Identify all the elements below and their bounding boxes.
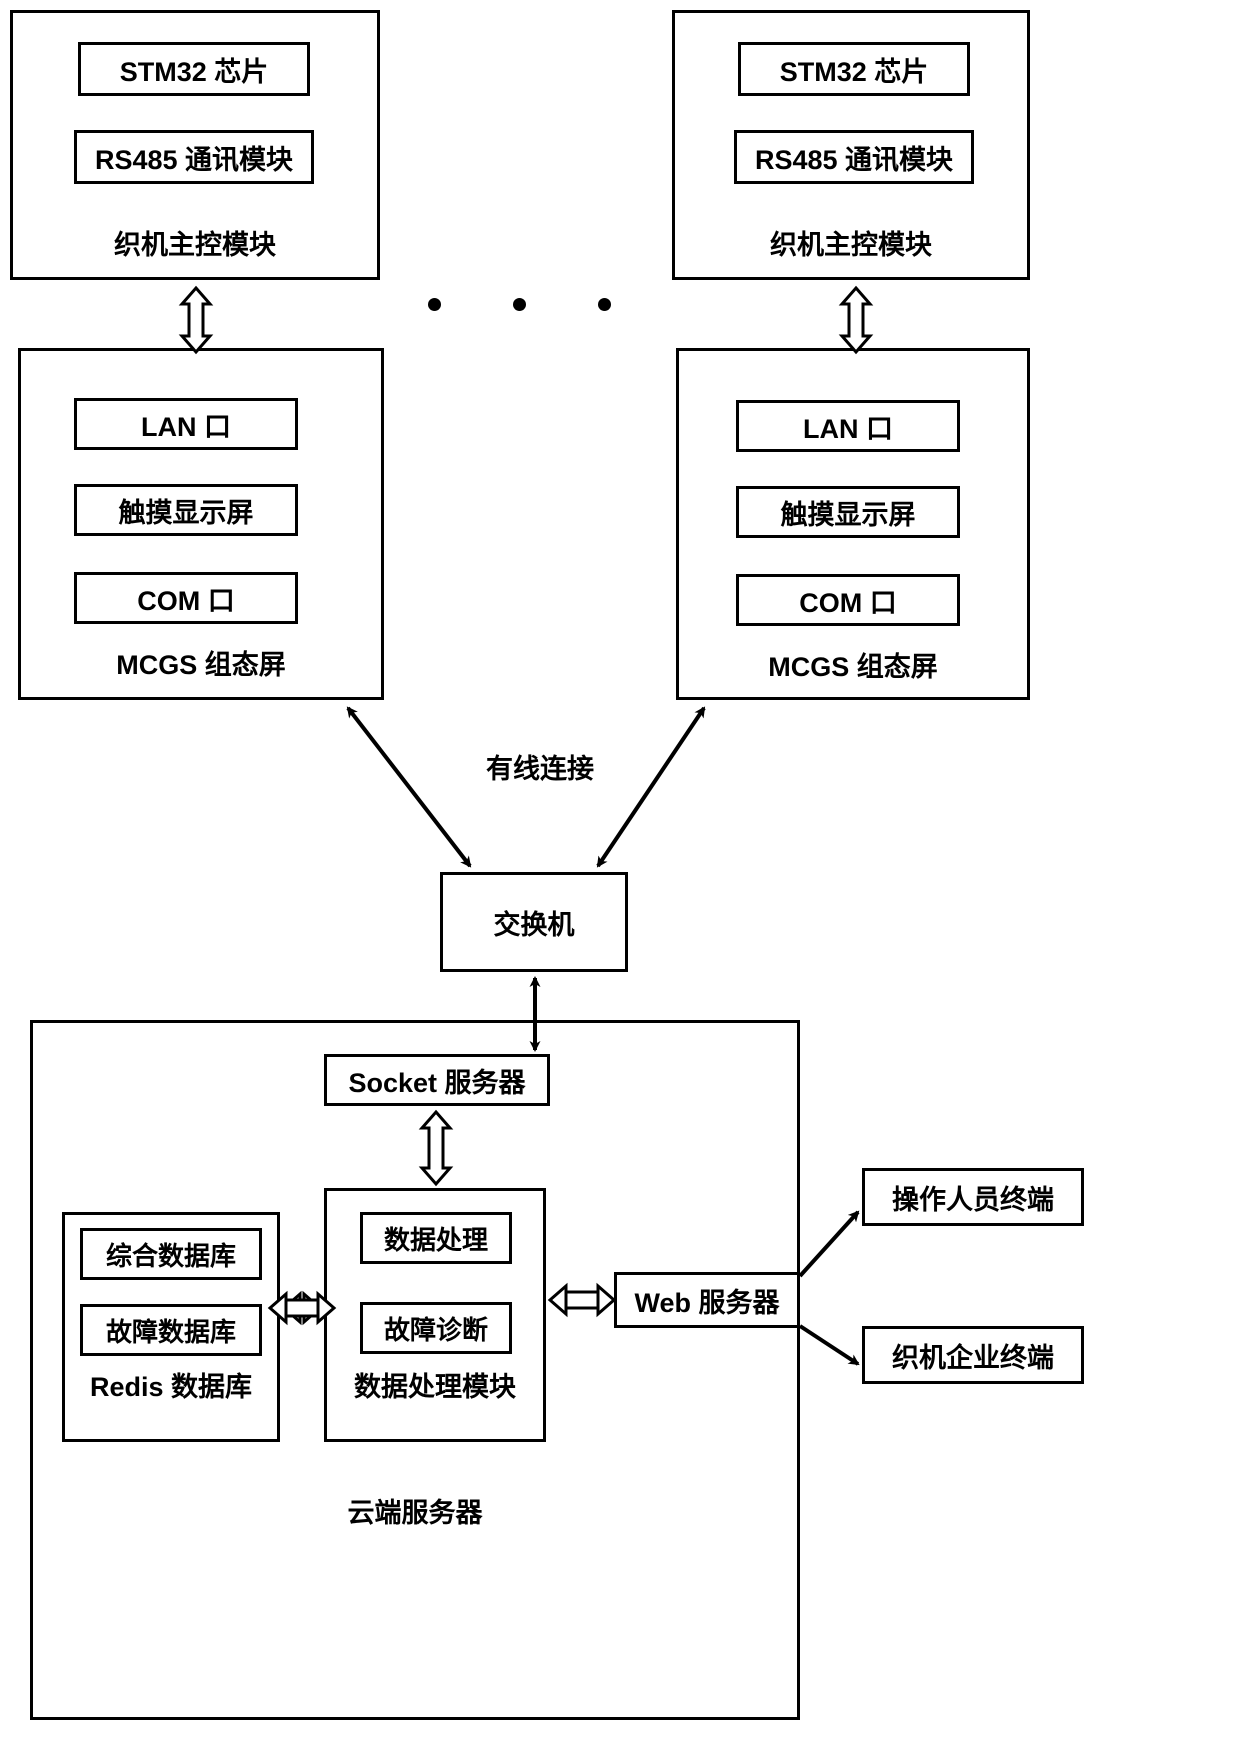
lan-port-label-2: LAN 口 xyxy=(803,413,893,444)
loom-module-caption-2: 织机主控模块 xyxy=(770,230,932,260)
connector-loom2-mcgs2 xyxy=(838,285,874,355)
rs485-module-label-2: RS485 通讯模块 xyxy=(754,144,954,175)
com-port-box-2: COM 口 xyxy=(736,574,960,626)
com-port-box-1: COM 口 xyxy=(74,572,298,624)
diagram-canvas: STM32 芯片 RS485 通讯模块 织机主控模块 STM32 芯片 RS48… xyxy=(0,0,1240,1753)
mcgs-screen-caption-2: MCGS 组态屏 xyxy=(768,652,938,682)
loom-module-caption-1: 织机主控模块 xyxy=(114,230,276,260)
redis-database-caption: Redis 数据库 xyxy=(89,1372,253,1402)
fault-database-box: 故障数据库 xyxy=(80,1304,262,1356)
rs485-module-label-1: RS485 通讯模块 xyxy=(94,144,294,175)
network-switch-label: 交换机 xyxy=(493,909,575,940)
rs485-module-box-2: RS485 通讯模块 xyxy=(734,130,974,184)
stm32-chip-box-2: STM32 芯片 xyxy=(738,42,970,96)
stm32-chip-label-2: STM32 芯片 xyxy=(779,56,929,87)
comprehensive-database-label: 综合数据库 xyxy=(105,1240,236,1271)
touch-display-box-2: 触摸显示屏 xyxy=(736,486,960,538)
lan-port-box-2: LAN 口 xyxy=(736,400,960,452)
fault-database-label: 故障数据库 xyxy=(105,1316,236,1347)
web-server-box: Web 服务器 xyxy=(614,1272,800,1328)
cloud-server-caption: 云端服务器 xyxy=(347,1498,483,1528)
connector-web-server-enterprise-terminal xyxy=(798,1324,860,1366)
stm32-chip-box-1: STM32 芯片 xyxy=(78,42,310,96)
loom-enterprise-terminal-box: 织机企业终端 xyxy=(862,1326,1084,1384)
rs485-module-box-1: RS485 通讯模块 xyxy=(74,130,314,184)
touch-display-label-2: 触摸显示屏 xyxy=(780,499,916,530)
data-processing-box: 数据处理 xyxy=(360,1212,512,1264)
connector-mcgs1-switch xyxy=(346,706,472,868)
connector-mcgs2-switch xyxy=(596,706,706,868)
fault-diagnosis-label: 故障诊断 xyxy=(383,1314,488,1345)
wired-connection-label: 有线连接 xyxy=(486,754,594,784)
stm32-chip-label-1: STM32 芯片 xyxy=(119,56,269,87)
operator-terminal-box: 操作人员终端 xyxy=(862,1168,1084,1226)
operator-terminal-label: 操作人员终端 xyxy=(892,1184,1054,1215)
lan-port-label-1: LAN 口 xyxy=(141,411,231,442)
comprehensive-database-box: 综合数据库 xyxy=(80,1228,262,1280)
lan-port-box-1: LAN 口 xyxy=(74,398,298,450)
fault-diagnosis-box: 故障诊断 xyxy=(360,1302,512,1354)
touch-display-label-1: 触摸显示屏 xyxy=(118,497,254,528)
web-server-label: Web 服务器 xyxy=(634,1287,780,1318)
socket-server-box: Socket 服务器 xyxy=(324,1054,550,1106)
com-port-label-2: COM 口 xyxy=(799,587,897,618)
ellipsis-dot xyxy=(428,298,441,311)
data-processing-label: 数据处理 xyxy=(383,1224,488,1255)
loom-enterprise-terminal-label: 织机企业终端 xyxy=(892,1342,1054,1373)
touch-display-box-1: 触摸显示屏 xyxy=(74,484,298,536)
network-switch-box: 交换机 xyxy=(440,872,628,972)
ellipsis-dot xyxy=(598,298,611,311)
mcgs-screen-caption-1: MCGS 组态屏 xyxy=(116,650,286,680)
data-processing-module-caption: 数据处理模块 xyxy=(354,1372,516,1402)
connector-web-server-operator-terminal xyxy=(798,1210,860,1278)
connector-loom1-mcgs1 xyxy=(178,285,214,355)
socket-server-label: Socket 服务器 xyxy=(348,1067,526,1098)
ellipsis-dots xyxy=(428,298,611,311)
com-port-label-1: COM 口 xyxy=(137,585,235,616)
ellipsis-dot xyxy=(513,298,526,311)
